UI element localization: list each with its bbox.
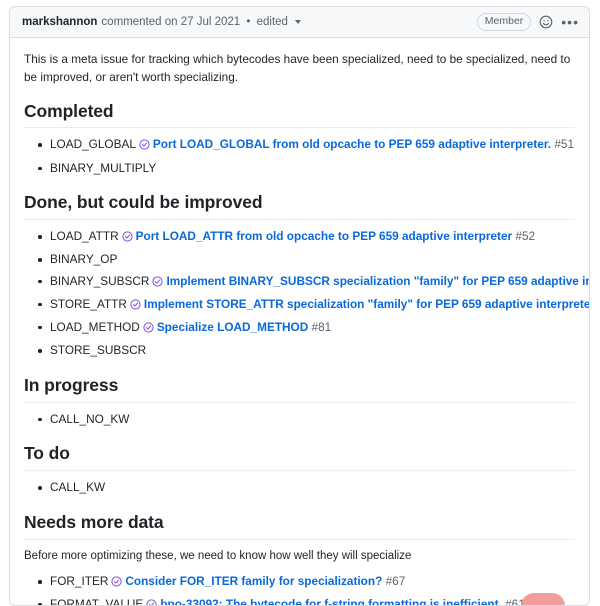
sections-container: Completed LOAD_GLOBAL Port LOAD_GLOBAL fro… (24, 101, 589, 606)
section-heading: To do (24, 443, 575, 472)
check-circle-icon (111, 575, 122, 593)
issue-link[interactable]: Implement STORE_ATTR specialization "fam… (144, 297, 589, 311)
list-item: STORE_ATTR Implement STORE_ATTR specializ… (38, 296, 589, 316)
list-item: LOAD_ATTR Port LOAD_ATTR from old opcache… (38, 228, 575, 248)
opcode-list: CALL_NO_KW (24, 411, 575, 429)
list-item: BINARY_MULTIPLY (38, 160, 575, 178)
check-circle-icon (130, 298, 141, 316)
section: Needs more data Before more optimizing th… (24, 512, 575, 606)
section: Done, but could be improved LOAD_ATTR Port… (24, 192, 589, 360)
list-item: BINARY_OP (38, 251, 575, 269)
comment-body: This is a meta issue for tracking which … (10, 38, 589, 606)
issue-number[interactable]: #52 (512, 229, 535, 243)
comment-box: markshannon commented on 27 Jul 2021 • e… (9, 6, 590, 606)
opcode-name: CALL_NO_KW (50, 411, 130, 426)
check-circle-icon (143, 321, 154, 339)
kebab-horizontal-icon[interactable]: ••• (561, 15, 579, 29)
opcode-list: LOAD_ATTR Port LOAD_ATTR from old opcache… (24, 228, 589, 360)
opcode-name: FORMAT_VALUE (50, 597, 144, 606)
list-item: BINARY_SUBSCR Implement BINARY_SUBSCR spe… (38, 273, 589, 293)
opcode-name: LOAD_GLOBAL (50, 137, 136, 152)
comment-timestamp-group: commented on 27 Jul 2021 • edited (101, 16, 302, 28)
chevron-down-icon[interactable] (295, 19, 302, 24)
issue-link[interactable]: Port LOAD_ATTR from old opcache to PEP 6… (136, 229, 513, 243)
intro-paragraph: This is a meta issue for tracking which … (24, 52, 571, 85)
check-circle-icon (146, 598, 157, 605)
opcode-name: FOR_ITER (50, 574, 109, 589)
list-item: STORE_SUBSCR (38, 342, 575, 360)
list-item: CALL_KW (38, 479, 575, 497)
section: To do CALL_KW (24, 443, 575, 497)
check-circle-icon (152, 275, 164, 293)
section-note: Before more optimizing these, we need to… (24, 549, 412, 562)
member-badge: Member (476, 13, 532, 31)
comment-action-label: commented on (101, 16, 178, 28)
comment-date[interactable]: 27 Jul 2021 (181, 16, 240, 28)
opcode-name: BINARY_SUBSCR (50, 273, 150, 288)
section: In progress CALL_NO_KW (24, 375, 575, 429)
opcode-name: BINARY_OP (50, 252, 118, 267)
opcode-name: LOAD_METHOD (50, 319, 140, 334)
smiley-icon[interactable] (539, 15, 553, 29)
comment-header-actions: Member ••• (476, 13, 579, 31)
issue-number[interactable]: #51 (551, 137, 574, 151)
opcode-name: LOAD_ATTR (50, 229, 119, 244)
issue-link[interactable]: Implement BINARY_SUBSCR specialization "… (166, 274, 589, 288)
list-item: FOR_ITER Consider FOR_ITER family for spe… (38, 573, 575, 593)
issue-number[interactable]: #67 (382, 574, 406, 588)
section-heading: In progress (24, 375, 575, 403)
opcode-list: CALL_KW (24, 479, 575, 497)
list-item: FORMAT_VALUE bpo-33092: The bytecode for … (38, 596, 575, 606)
opcode-name: STORE_ATTR (50, 296, 127, 311)
section: Completed LOAD_GLOBAL Port LOAD_GLOBAL fro… (24, 101, 575, 178)
section-heading: Done, but could be improved (24, 192, 575, 221)
section-heading: Completed (24, 101, 575, 129)
issue-number[interactable]: #81 (308, 320, 332, 334)
list-item: LOAD_GLOBAL Port LOAD_GLOBAL from old opc… (38, 136, 575, 156)
check-circle-icon (139, 138, 150, 156)
comment-header: markshannon commented on 27 Jul 2021 • e… (10, 7, 589, 38)
check-circle-icon (122, 230, 133, 248)
issue-link[interactable]: bpo-33092: The bytecode for f-string for… (160, 597, 502, 605)
comment-author[interactable]: markshannon (22, 16, 97, 28)
opcode-name: STORE_SUBSCR (50, 343, 147, 358)
opcode-name: CALL_KW (50, 480, 106, 495)
issue-link[interactable]: Specialize LOAD_METHOD (157, 320, 308, 334)
issue-link[interactable]: Port LOAD_GLOBAL from old opcache to PEP… (153, 137, 551, 151)
opcode-list: LOAD_GLOBAL Port LOAD_GLOBAL from old opc… (24, 136, 575, 177)
opcode-list: FOR_ITER Consider FOR_ITER family for spe… (24, 573, 575, 606)
list-item: LOAD_METHOD Specialize LOAD_METHOD #81 (38, 319, 575, 339)
section-heading: Needs more data (24, 512, 575, 540)
issue-link[interactable]: Consider FOR_ITER family for specializat… (125, 574, 382, 588)
edited-label[interactable]: edited (257, 16, 288, 28)
comment-bubble-arrow-inner (10, 17, 11, 33)
list-item: CALL_NO_KW (38, 411, 575, 429)
opcode-name: BINARY_MULTIPLY (50, 160, 157, 175)
separator-dot: • (246, 16, 251, 28)
